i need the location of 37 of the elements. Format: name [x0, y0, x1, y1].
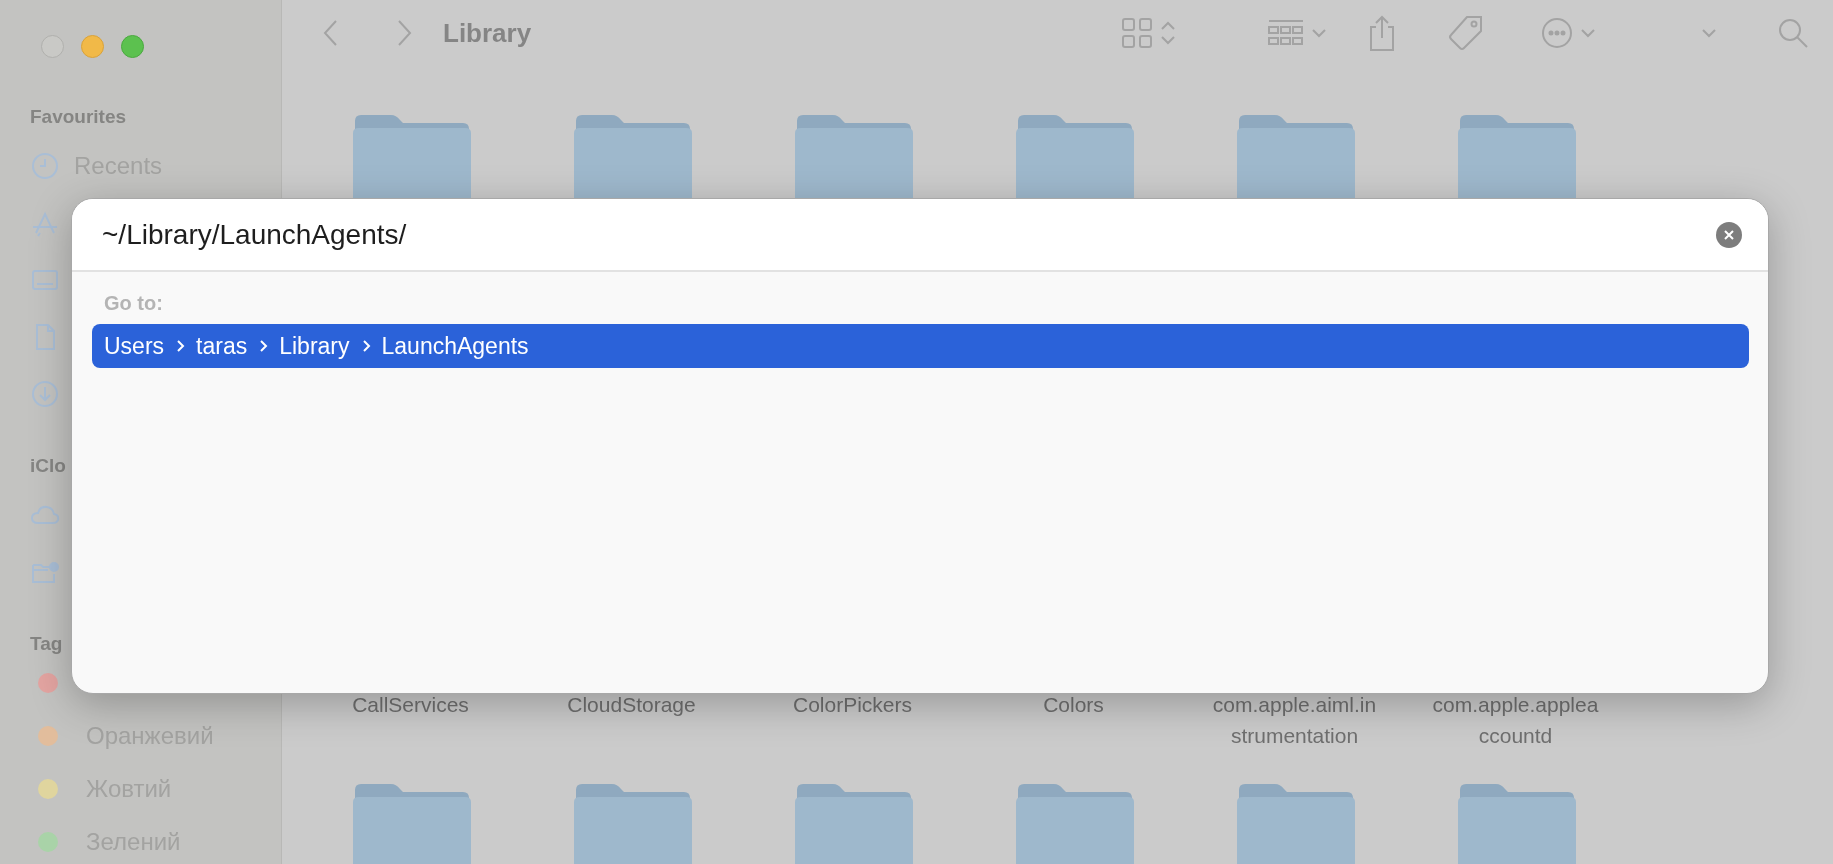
chevron-right-icon [259, 339, 270, 353]
group-icon[interactable] [1267, 18, 1327, 48]
window-title: Library [443, 17, 532, 49]
folder-icon[interactable] [350, 784, 471, 864]
share-icon[interactable] [1367, 14, 1397, 52]
close-icon [1723, 228, 1735, 241]
folder-icon[interactable] [1455, 784, 1576, 864]
more-icon[interactable] [1540, 16, 1596, 50]
view-toggle-icon[interactable] [1121, 17, 1177, 49]
folder-path-label: Users [104, 332, 165, 360]
tag-icon[interactable] [1447, 14, 1485, 52]
folder-path-label: LaunchAgents [381, 332, 529, 360]
chevron-right-icon [176, 339, 187, 353]
path-field[interactable]: ~/Library/LaunchAgents/ [72, 199, 1768, 272]
folder-icon[interactable] [792, 784, 913, 864]
sidebar-section-title: Favourites [30, 105, 127, 129]
folder-path-label: taras [196, 332, 248, 360]
download-icon [30, 378, 60, 409]
folder-icon[interactable] [1234, 784, 1355, 864]
chevron-down-icon[interactable] [1701, 27, 1717, 39]
sidebar-section-title: iClo [30, 454, 66, 478]
close-window-icon[interactable] [41, 35, 64, 58]
sidebar-section-title: Tag [30, 632, 63, 656]
chevron-right-icon [361, 339, 372, 353]
search-icon[interactable] [1777, 17, 1809, 49]
folder-icon[interactable] [1013, 784, 1134, 864]
minimize-window-icon[interactable] [81, 35, 104, 58]
folder-icon[interactable] [571, 784, 692, 864]
clock-icon [30, 150, 60, 181]
zoom-window-icon[interactable] [121, 35, 144, 58]
forward-icon[interactable] [395, 18, 413, 48]
go-to-heading: Go to: [104, 292, 163, 315]
folder-path-label: Library [279, 332, 350, 360]
path-input[interactable]: ~/Library/LaunchAgents/ [102, 218, 1716, 251]
clear-button[interactable] [1716, 221, 1742, 248]
path-suggestion[interactable]: Users taras Library LaunchAgents [92, 324, 1749, 368]
back-icon[interactable] [322, 18, 340, 48]
